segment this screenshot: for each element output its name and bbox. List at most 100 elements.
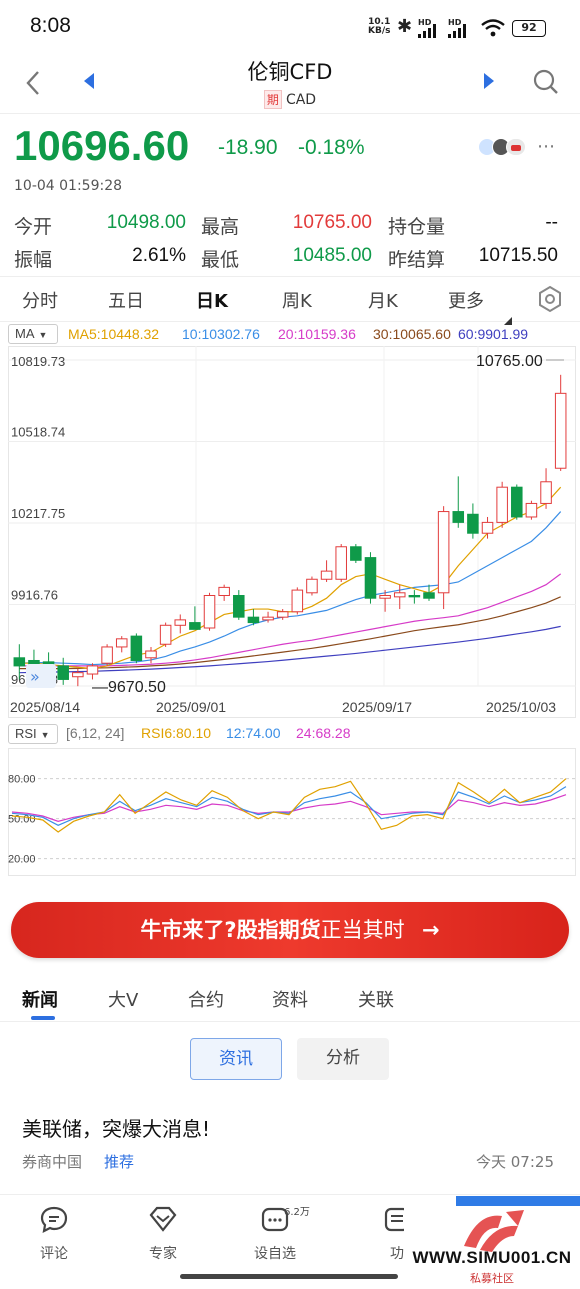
rsi-chart[interactable]: 80.00 50.00 20.00 [8,748,576,876]
nav-comment[interactable]: 评论 [14,1205,94,1263]
tab-1[interactable]: 五日 [108,287,144,313]
candle-body [554,392,567,469]
candlestick-chart[interactable]: 10819.7310518.7410217.759916.769615.7810… [8,346,576,718]
ma-legend-item: 10:10302.76 [182,326,260,342]
rsi-selector-label: RSI [15,726,37,741]
x-tick-label: 2025/09/01 [156,699,226,715]
ma5-line [19,486,562,670]
banner-bold: 股指期货 [236,918,321,942]
tab-4[interactable]: 月K [368,287,398,313]
x-tick-label: 2025/08/14 [10,699,80,715]
arrow-right-icon: → [421,918,440,942]
subtab-analysis[interactable]: 分析 [297,1038,389,1080]
double-chevron-icon: » [30,667,40,686]
candle-body [306,578,318,594]
candle-body [452,511,465,523]
bluetooth-icon: ✱ [397,16,413,37]
ma-legend-item: MA5:10448.32 [68,326,160,342]
news-tab-2[interactable]: 合约 [188,986,224,1012]
banner-post: 正当其时 [320,918,405,942]
price-change-pct: -0.18% [298,136,365,159]
candle-body [276,611,289,618]
ma10-line [19,511,562,666]
wifi-icon [481,19,505,37]
candle-body [350,546,362,561]
ma-legend-item: 30:10065.60 [373,326,451,342]
x-tick-label: 2025/09/17 [342,699,412,715]
candle-body [437,511,450,594]
rsi-y-tick: 20.00 [8,854,36,866]
subtab-news[interactable]: 资讯 [190,1038,282,1080]
watchlist-count: 6.2万 [284,1207,310,1218]
watermark-blue-strip [456,1196,580,1206]
avatar-group[interactable] [478,136,534,158]
next-triangle-icon[interactable] [482,72,496,90]
rsi12-line [11,786,567,826]
rsi-params: [6,12, 24] [66,725,125,741]
nav-comment-label: 评论 [40,1246,68,1262]
more-dots-icon[interactable]: ⋯ [537,136,555,157]
diamond-icon [149,1206,177,1232]
candle-body [72,672,84,678]
active-tab-indicator [31,1016,55,1020]
chevron-down-icon: ▼ [38,330,48,340]
net-speed: 10.1 KB/s [368,17,391,36]
news-tab-4[interactable]: 关联 [358,986,394,1012]
battery-icon: 92 [512,20,546,37]
stat-label: 最高 [201,216,240,238]
rsi-y-tick: 80.00 [8,774,36,786]
promo-banner[interactable]: 牛市来了?股指期货正当其时 → [11,902,569,958]
candle-body [379,595,391,599]
candle-body [145,650,157,659]
chevron-down-icon: ▼ [40,730,50,740]
avatar [506,138,526,156]
chart-period-tabs: 分时 五日 日K 周K 月K 更多 [0,276,580,325]
candle-body [28,659,40,666]
stat-value: 10765.00 [292,212,372,233]
currency-label: CAD [285,92,317,108]
stat-value: -- [545,212,558,233]
nav-add-watchlist-label: 设自选 [254,1246,296,1262]
rsi-legend: RSI ▼ [6,12, 24] RSI6:80.10 12:74.00 24:68.… [0,724,580,746]
news-title[interactable]: 美联储，突爆大消息! [22,1113,210,1142]
ma-selector[interactable]: MA ▼ [8,324,58,344]
ma-selector-label: MA [15,326,35,341]
candle-body [115,638,128,648]
nav-expert[interactable]: 专家 [123,1205,203,1263]
news-tabs: 新闻 大V 合约 资料 关联 [0,978,580,1022]
candle-body [393,592,406,598]
stat-label: 今开 [14,216,53,238]
candle-body [525,502,538,518]
candle-body [130,635,143,661]
search-icon[interactable] [532,68,560,96]
tab-0[interactable]: 分时 [22,287,58,313]
low-price-label: —9670.50 [92,679,166,696]
candle-body [159,624,172,645]
rsi-legend-item: RSI6:80.10 [141,725,212,741]
rsi-selector[interactable]: RSI ▼ [8,724,58,744]
news-source: 券商中国 [22,1153,83,1171]
candle-body [13,657,26,667]
candle-body [511,486,523,518]
chat-icon [40,1206,68,1233]
stat-label: 持仓量 [388,216,446,238]
ma-legend: MA ▼ MA5:10448.32 10:10302.76 20:10159.36 30… [0,322,580,346]
nav-expert-label: 专家 [149,1246,177,1262]
y-tick-label: 10217.75 [11,506,65,521]
tab-2[interactable]: 日K [196,287,228,313]
stat-value: 10485.00 [292,245,372,266]
ma30-line [19,596,561,670]
candle-body [364,557,377,599]
tab-3[interactable]: 周K [282,287,312,313]
tab-5[interactable]: 更多 [448,287,484,313]
news-tab-1[interactable]: 大V [108,986,138,1012]
settings-icon[interactable] [536,285,564,313]
stat-label: 振幅 [14,249,53,271]
candle-body [203,595,216,629]
watermark-logo-icon [464,1210,524,1252]
news-tab-0[interactable]: 新闻 [22,986,58,1012]
news-tab-3[interactable]: 资料 [272,986,308,1012]
candle-body [189,622,201,630]
signal-icon-2 [448,24,466,38]
stat-value: 10715.50 [478,245,558,266]
